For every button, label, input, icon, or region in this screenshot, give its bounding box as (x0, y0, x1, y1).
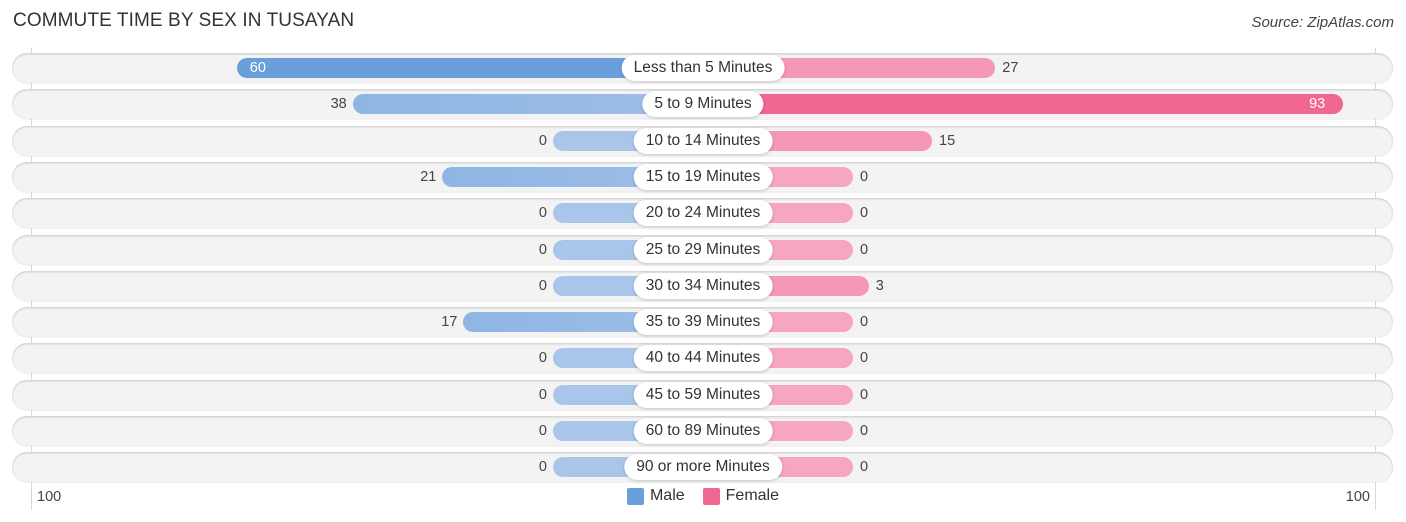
category-label: 15 to 19 Minutes (633, 163, 773, 190)
category-label: 25 to 29 Minutes (633, 236, 773, 263)
legend-item-female[interactable]: Female (702, 487, 780, 505)
legend-label-female: Female (725, 487, 780, 504)
category-label: 20 to 24 Minutes (633, 200, 773, 227)
chart-title: COMMUTE TIME BY SEX IN TUSAYAN (13, 10, 355, 31)
female-value-label: 27 (1002, 60, 1019, 76)
female-value-label: 0 (860, 386, 869, 403)
legend-item-male[interactable]: Male (626, 487, 685, 505)
male-value-label: 0 (538, 205, 547, 222)
male-value-label: 60 (249, 60, 266, 76)
source-label: Source: ZipAtlas.com (1251, 14, 1394, 31)
male-value-label: 0 (538, 241, 547, 258)
category-label: Less than 5 Minutes (621, 55, 785, 81)
category-label: 90 or more Minutes (624, 454, 782, 481)
male-value-label: 0 (538, 350, 547, 367)
female-swatch (702, 487, 720, 505)
female-value-label: 0 (860, 241, 869, 258)
category-label: 30 to 34 Minutes (633, 272, 773, 299)
male-swatch (626, 487, 644, 505)
female-value-label: 0 (860, 423, 869, 439)
female-value-label: 0 (860, 459, 869, 476)
male-value-label: 38 (330, 96, 347, 113)
female-value-label: 0 (860, 168, 869, 185)
female-value-label: 15 (939, 132, 956, 149)
male-value-label: 0 (538, 459, 547, 476)
female-value-label: 0 (860, 314, 869, 331)
female-bar[interactable] (703, 94, 1344, 115)
male-value-label: 0 (538, 277, 547, 294)
male-value-label: 0 (538, 386, 547, 403)
category-label: 40 to 44 Minutes (633, 345, 773, 372)
male-value-label: 0 (538, 423, 547, 439)
female-value-label: 93 (1309, 96, 1326, 113)
legend: Male Female (0, 487, 1406, 505)
female-value-label: 0 (860, 350, 869, 367)
female-value-label: 0 (860, 205, 869, 222)
category-label: 45 to 59 Minutes (633, 381, 773, 408)
legend-label-male: Male (649, 487, 685, 504)
category-label: 10 to 14 Minutes (633, 127, 773, 154)
female-value-label: 3 (875, 277, 884, 294)
male-value-label: 21 (420, 168, 437, 185)
male-value-label: 17 (441, 314, 458, 331)
category-label: 60 to 89 Minutes (633, 418, 773, 444)
male-value-label: 0 (538, 132, 547, 149)
category-label: 5 to 9 Minutes (642, 91, 764, 118)
category-label: 35 to 39 Minutes (633, 309, 773, 336)
